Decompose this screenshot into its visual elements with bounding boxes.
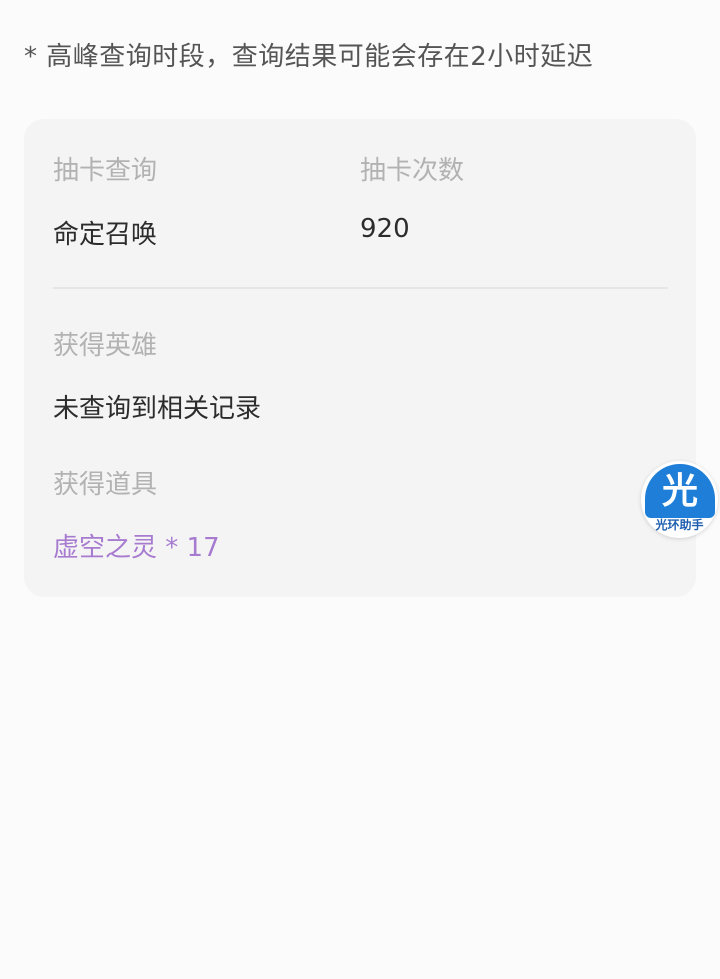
draw-query-label: 抽卡查询 (53, 156, 158, 186)
items-label: 获得道具 (53, 470, 158, 500)
halo-assistant-icon: 光 (645, 464, 715, 518)
halo-assistant-glyph: 光 (661, 471, 698, 512)
gacha-result-card: 抽卡查询 抽卡次数 命定召唤 920 获得英雄 未查询到相关记录 获得道具 虚空… (24, 119, 696, 597)
halo-assistant-caption: 光环助手 (655, 518, 704, 532)
draw-query-value: 命定召唤 (53, 220, 158, 250)
draw-count-label: 抽卡次数 (360, 156, 465, 186)
halo-assistant-button[interactable]: 光 光环助手 (641, 461, 718, 538)
items-value: 虚空之灵 * 17 (53, 533, 220, 563)
draw-count-value: 920 (360, 214, 410, 244)
delay-notice: * 高峰查询时段，查询结果可能会存在2小时延迟 (24, 42, 594, 72)
heroes-label: 获得英雄 (53, 331, 158, 361)
divider (53, 287, 668, 289)
heroes-value: 未查询到相关记录 (53, 394, 262, 424)
